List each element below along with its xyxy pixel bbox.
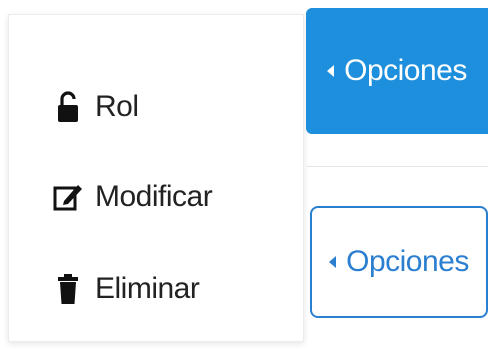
- options-button-label: Opciones: [344, 54, 467, 87]
- options-button-active[interactable]: Opciones: [306, 8, 488, 134]
- menu-item-label: Eliminar: [95, 272, 200, 305]
- options-button-label: Opciones: [346, 245, 469, 278]
- menu-item-rol[interactable]: Rol: [53, 87, 139, 127]
- caret-left-icon: [329, 256, 337, 268]
- options-dropdown-menu: Rol Modificar Eliminar: [8, 14, 304, 342]
- menu-item-label: Modificar: [95, 180, 213, 213]
- menu-item-eliminar[interactable]: Eliminar: [53, 269, 200, 309]
- menu-item-label: Rol: [95, 90, 139, 123]
- trash-icon: [53, 272, 83, 306]
- edit-icon: [53, 180, 83, 214]
- unlock-icon: [53, 90, 83, 124]
- caret-left-icon: [327, 65, 335, 77]
- divider: [306, 166, 488, 167]
- screenshot-stage: Rol Modificar Eliminar Opciones Opciones: [0, 0, 488, 349]
- options-button-outline[interactable]: Opciones: [310, 206, 488, 318]
- menu-item-modificar[interactable]: Modificar: [53, 177, 213, 217]
